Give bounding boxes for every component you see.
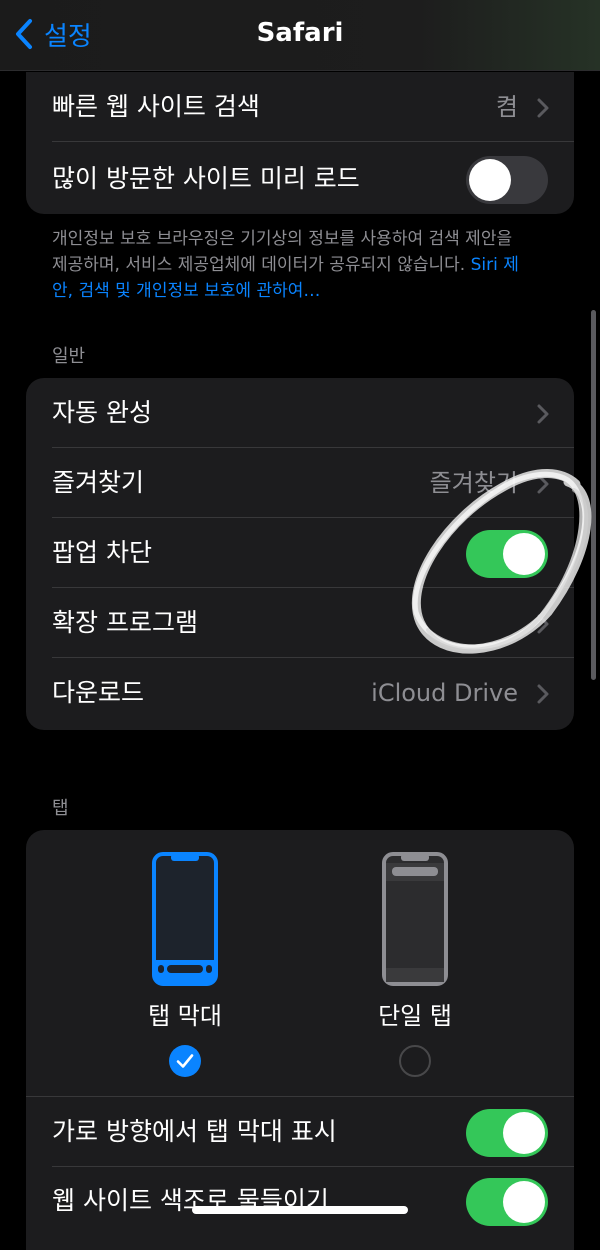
downloads-row[interactable]: 다운로드 iCloud Drive: [26, 658, 574, 728]
general-group: 자동 완성 즐겨찾기 즐겨찾기 팝업 차단 확장 프로그램 다운로드 iClou…: [26, 378, 574, 730]
website-tinting-row: 웹 사이트 색조로 물들이기: [26, 1166, 574, 1236]
block-popups-label: 팝업 차단: [52, 538, 152, 567]
chevron-right-icon: [537, 474, 549, 494]
autofill-label: 자동 완성: [52, 398, 152, 427]
toggle-knob: [503, 1112, 545, 1154]
phone-tab-bar-icon: [152, 852, 218, 986]
toggle-knob: [503, 533, 545, 575]
tabs-group: 탭 막대 단일 탭 가로 방향에서 탭 막대 표시 웹 사이트 색조로 물들이기: [26, 830, 574, 1250]
privacy-footnote: 개인정보 보호 브라우징은 기기상의 정보를 사용하여 검색 제안을 제공하며,…: [52, 226, 532, 304]
block-popups-toggle[interactable]: [466, 530, 548, 578]
tab-bar-radio[interactable]: [169, 1045, 201, 1077]
page-title: Safari: [256, 18, 344, 48]
favorites-value: 즐겨찾기: [429, 469, 518, 497]
landscape-tab-bar-label: 가로 방향에서 탭 막대 표시: [52, 1117, 337, 1146]
home-indicator: [192, 1206, 408, 1214]
tab-bar-label: 탭 막대: [148, 1002, 222, 1030]
privacy-footnote-text: 개인정보 보호 브라우징은 기기상의 정보를 사용하여 검색 제안을 제공하며,…: [52, 229, 513, 275]
general-section-header: 일반: [52, 346, 86, 367]
landscape-tab-bar-row: 가로 방향에서 탭 막대 표시: [26, 1096, 574, 1167]
phone-single-tab-icon: [382, 852, 448, 986]
single-tab-label: 단일 탭: [378, 1002, 452, 1030]
search-settings-group: 빠른 웹 사이트 검색 켬 많이 방문한 사이트 미리 로드: [26, 72, 574, 214]
block-popups-row: 팝업 차단: [26, 518, 574, 588]
quick-website-search-value: 켬: [495, 93, 518, 121]
favorites-label: 즐겨찾기: [52, 468, 145, 497]
preload-top-hit-toggle[interactable]: [466, 156, 548, 204]
toggle-knob: [503, 1181, 545, 1223]
website-tinting-label: 웹 사이트 색조로 물들이기: [52, 1186, 329, 1215]
preload-top-hit-label: 많이 방문한 사이트 미리 로드: [52, 164, 360, 193]
chevron-right-icon: [537, 404, 549, 424]
chevron-right-icon: [537, 614, 549, 634]
single-tab-option[interactable]: 단일 탭: [335, 852, 495, 1077]
landscape-tab-bar-toggle[interactable]: [466, 1109, 548, 1157]
preload-top-hit-row: 많이 방문한 사이트 미리 로드: [26, 144, 574, 214]
tabs-section-header: 탭: [52, 798, 69, 819]
toggle-knob: [469, 159, 511, 201]
navigation-bar: 설정 Safari: [0, 0, 600, 71]
quick-website-search-row[interactable]: 빠른 웹 사이트 검색 켬: [26, 72, 574, 142]
chevron-right-icon: [537, 98, 549, 118]
checkmark-icon: [176, 1054, 194, 1068]
downloads-label: 다운로드: [52, 678, 145, 707]
quick-website-search-label: 빠른 웹 사이트 검색: [52, 92, 260, 121]
downloads-value: iCloud Drive: [371, 679, 518, 707]
chevron-right-icon: [537, 684, 549, 704]
row-separator: [52, 141, 574, 142]
scroll-indicator: [591, 310, 596, 680]
favorites-row[interactable]: 즐겨찾기 즐겨찾기: [26, 448, 574, 518]
single-tab-radio[interactable]: [399, 1045, 431, 1077]
website-tinting-toggle[interactable]: [466, 1178, 548, 1226]
extensions-label: 확장 프로그램: [52, 608, 198, 637]
extensions-row[interactable]: 확장 프로그램: [26, 588, 574, 658]
autofill-row[interactable]: 자동 완성: [26, 378, 574, 448]
tab-bar-option[interactable]: 탭 막대: [105, 852, 265, 1077]
